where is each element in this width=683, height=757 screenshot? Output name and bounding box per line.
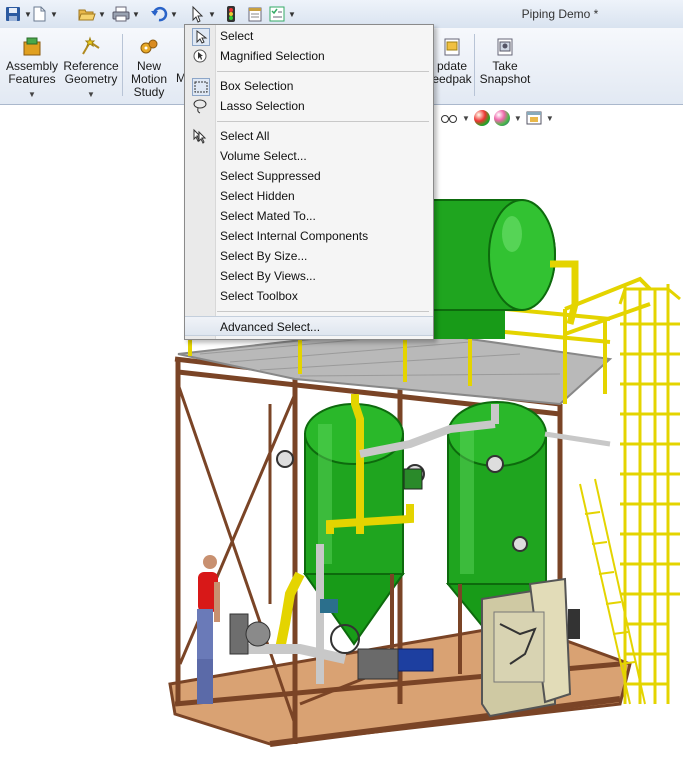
upper-platform-grating[interactable] (177, 327, 613, 406)
chevron-down-icon[interactable]: ▼ (98, 10, 106, 19)
menu-separator (217, 121, 429, 122)
undo-icon[interactable] (150, 5, 168, 23)
snapshot-icon (494, 36, 516, 58)
menu-item-select-toolbox[interactable]: Select Toolbox (185, 286, 433, 306)
new-document-icon[interactable] (30, 5, 48, 23)
ribbon-separator (122, 34, 123, 96)
reference-geometry-icon (80, 36, 102, 58)
rebuild-traffic-light-icon[interactable] (222, 5, 240, 23)
box-selection-icon (192, 78, 210, 96)
chevron-down-icon[interactable]: ▼ (50, 10, 58, 19)
assembly-features-button[interactable]: Assembly Features ▼ (4, 30, 60, 100)
access-ladder[interactable] (618, 284, 681, 704)
quick-access-new[interactable]: ▼ (30, 4, 58, 24)
quick-access-save[interactable]: ▼ (4, 4, 32, 24)
menu-item-select[interactable]: Select (185, 26, 433, 46)
menu-item-select-suppressed[interactable]: Select Suppressed (185, 166, 433, 186)
speedpak-icon (441, 36, 463, 58)
select-all-icon (192, 128, 208, 144)
reference-geometry-label-2: Geometry (64, 72, 118, 86)
menu-item-advanced-select[interactable]: Advanced Select... (185, 316, 433, 336)
menu-item-select-hidden[interactable]: Select Hidden (185, 186, 433, 206)
options-checklist-icon[interactable] (268, 5, 286, 23)
menu-item-select-mated-to[interactable]: Select Mated To... (185, 206, 433, 226)
menu-item-select-by-size[interactable]: Select By Size... (185, 246, 433, 266)
magnifier-icon (192, 48, 208, 64)
select-dropdown-menu: Select Magnified Selection Box Selection… (184, 24, 434, 340)
chevron-down-icon[interactable]: ▼ (63, 88, 119, 101)
assembly-features-label-2: Features (8, 72, 56, 86)
quick-access-select[interactable]: ▼ (188, 4, 216, 24)
chevron-down-icon[interactable]: ▼ (132, 10, 140, 19)
menu-item-select-internal-components[interactable]: Select Internal Components (185, 226, 433, 246)
lasso-icon (192, 98, 208, 114)
new-motion-study-button[interactable]: New Motion Study (125, 30, 173, 100)
quick-access-open[interactable]: ▼ (78, 4, 106, 24)
menu-item-lasso-selection[interactable]: Lasso Selection (185, 96, 433, 116)
menu-separator (217, 71, 429, 72)
new-motion-study-label-3: Study (133, 85, 165, 99)
quick-access-properties[interactable] (246, 4, 264, 24)
chevron-down-icon[interactable]: ▼ (170, 10, 178, 19)
update-speedpak-label-2: eedpak (432, 72, 472, 86)
menu-separator (217, 311, 429, 312)
quick-access-options[interactable]: ▼ (268, 4, 296, 24)
chevron-down-icon[interactable]: ▼ (288, 10, 296, 19)
quick-access-print[interactable]: ▼ (112, 4, 140, 24)
print-icon[interactable] (112, 5, 130, 23)
menu-item-magnified-selection[interactable]: Magnified Selection (185, 46, 433, 66)
control-panel-cabinet[interactable] (481, 577, 580, 718)
window-title: Piping Demo * (521, 7, 599, 21)
file-properties-icon[interactable] (246, 5, 264, 23)
take-snapshot-label-2: Snapshot (479, 72, 531, 86)
select-pointer-icon (192, 28, 210, 46)
quick-access-undo[interactable]: ▼ (150, 4, 178, 24)
assembly-features-icon (21, 36, 43, 58)
quick-access-rebuild[interactable] (222, 4, 240, 24)
menu-item-volume-select[interactable]: Volume Select... (185, 146, 433, 166)
ribbon-separator (474, 34, 475, 96)
menu-item-box-selection[interactable]: Box Selection (185, 76, 433, 96)
take-snapshot-button[interactable]: Take Snapshot (478, 30, 532, 100)
open-folder-icon[interactable] (78, 5, 96, 23)
chevron-down-icon[interactable]: ▼ (208, 10, 216, 19)
reference-geometry-button[interactable]: Reference Geometry ▼ (63, 30, 119, 100)
select-pointer-icon[interactable] (188, 5, 206, 23)
update-speedpak-button[interactable]: pdate eedpak (432, 30, 472, 100)
save-icon[interactable] (4, 5, 22, 23)
pump-motor (394, 648, 434, 672)
menu-item-select-all[interactable]: Select All (185, 126, 433, 146)
menu-item-select-by-views[interactable]: Select By Views... (185, 266, 433, 286)
chevron-down-icon[interactable]: ▼ (4, 88, 60, 101)
motion-study-gear-icon (138, 36, 160, 58)
